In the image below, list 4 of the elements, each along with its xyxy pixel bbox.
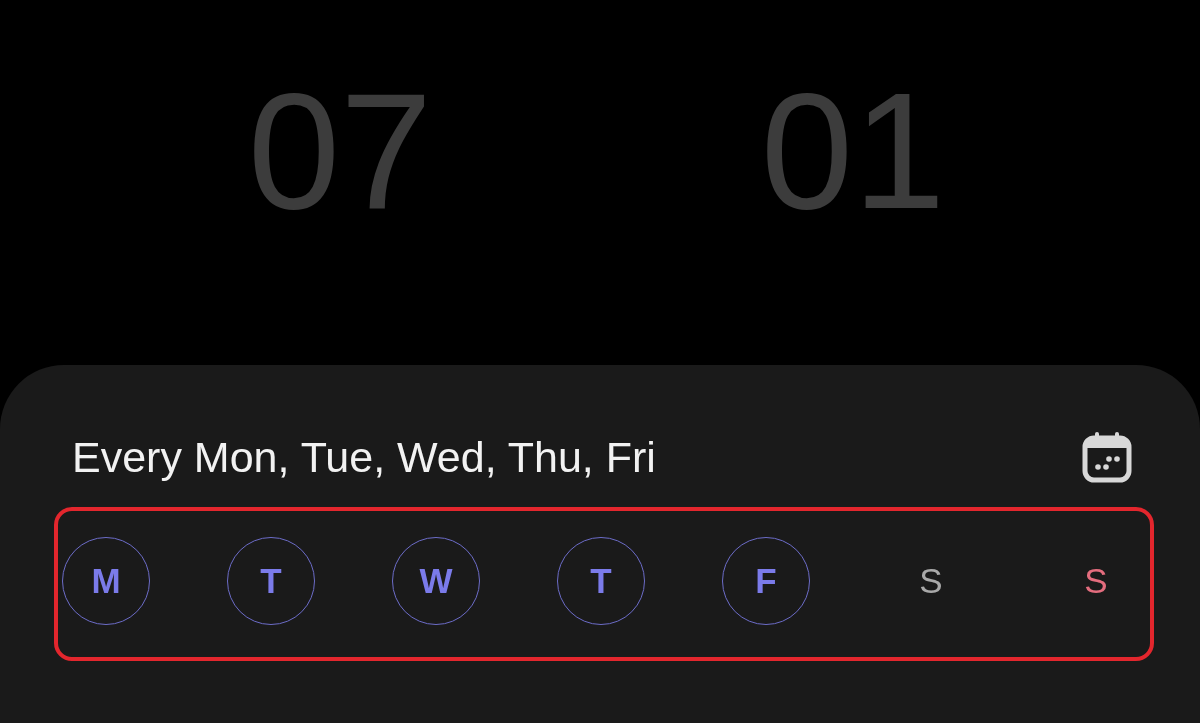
day-toggle[interactable]: S (887, 537, 975, 625)
day-toggle[interactable]: S (1052, 537, 1140, 625)
calendar-icon[interactable] (1082, 431, 1132, 483)
repeat-summary: Every Mon, Tue, Wed, Thu, Fri (72, 432, 656, 482)
